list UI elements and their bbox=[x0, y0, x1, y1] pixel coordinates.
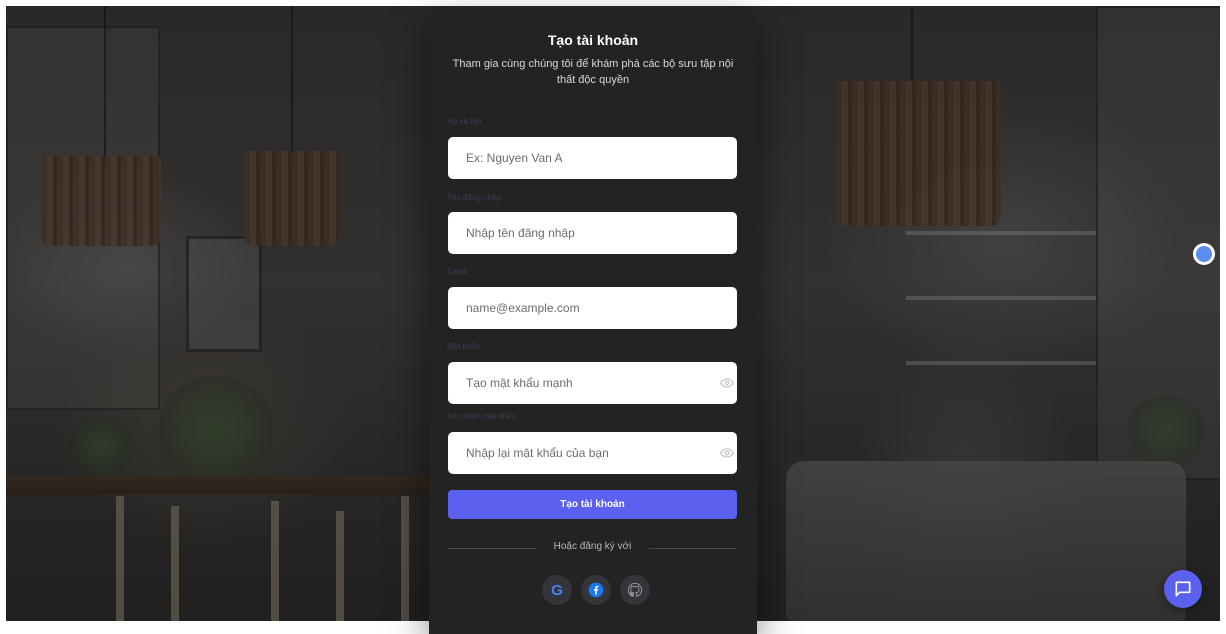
sofa bbox=[786, 461, 1186, 621]
pendant-lamp-right bbox=[836, 81, 1001, 226]
accessibility-icon bbox=[1196, 246, 1212, 262]
plant-right bbox=[1126, 396, 1206, 466]
shelf bbox=[906, 231, 1096, 235]
shelf bbox=[906, 361, 1096, 365]
social-divider: Hoặc đăng ký với bbox=[448, 541, 737, 555]
window-left bbox=[6, 26, 160, 410]
username-input[interactable] bbox=[448, 212, 737, 254]
accessibility-widget-button[interactable] bbox=[1193, 243, 1215, 265]
divider-line-right bbox=[649, 548, 737, 549]
divider-text: Hoặc đăng ký với bbox=[553, 541, 632, 552]
github-signup-button[interactable] bbox=[620, 575, 650, 605]
lamp-cord bbox=[291, 6, 293, 156]
confirm-visibility-eye-icon[interactable] bbox=[720, 446, 734, 460]
username-label: Tên đăng nhập bbox=[447, 193, 501, 202]
chat-bubble-icon bbox=[1175, 581, 1191, 597]
plant-small bbox=[66, 416, 136, 476]
lamp-cord bbox=[911, 6, 913, 86]
pendant-lamp-left bbox=[41, 156, 161, 246]
create-account-button[interactable]: Tạo tài khoản bbox=[448, 490, 737, 519]
google-icon: G bbox=[551, 581, 563, 599]
facebook-icon bbox=[588, 582, 604, 598]
wall-picture bbox=[186, 236, 262, 352]
fullname-label: Họ và tên bbox=[447, 117, 482, 126]
facebook-signup-button[interactable] bbox=[581, 575, 611, 605]
password-label: Mật khẩu bbox=[447, 342, 480, 351]
shelf bbox=[906, 296, 1096, 300]
google-signup-button[interactable]: G bbox=[542, 575, 572, 605]
lamp-cord bbox=[104, 6, 106, 161]
chat-button[interactable] bbox=[1164, 570, 1202, 608]
dining-table bbox=[6, 476, 436, 494]
email-input[interactable] bbox=[448, 287, 737, 329]
chair-leg bbox=[271, 501, 279, 621]
chair-leg bbox=[401, 496, 409, 621]
email-label: Email bbox=[447, 267, 468, 276]
password-visibility-eye-icon[interactable] bbox=[720, 376, 734, 390]
chair-leg bbox=[171, 506, 179, 621]
chair-leg bbox=[116, 496, 124, 621]
chair-leg bbox=[336, 511, 344, 621]
card-subtitle: Tham gia cùng chúng tôi để khám phá các … bbox=[452, 58, 734, 86]
plant-left bbox=[156, 376, 276, 486]
card-title: Tạo tài khoản bbox=[547, 32, 639, 48]
github-icon bbox=[627, 582, 643, 597]
confirm-password-input[interactable] bbox=[448, 432, 737, 474]
confirm-password-label: Xác nhận mật khẩu bbox=[447, 412, 516, 421]
register-card: Tạo tài khoản Tham gia cùng chúng tôi để… bbox=[429, 14, 757, 634]
fullname-input[interactable] bbox=[448, 137, 737, 179]
password-input[interactable] bbox=[448, 362, 737, 404]
pendant-lamp-center bbox=[244, 151, 339, 246]
